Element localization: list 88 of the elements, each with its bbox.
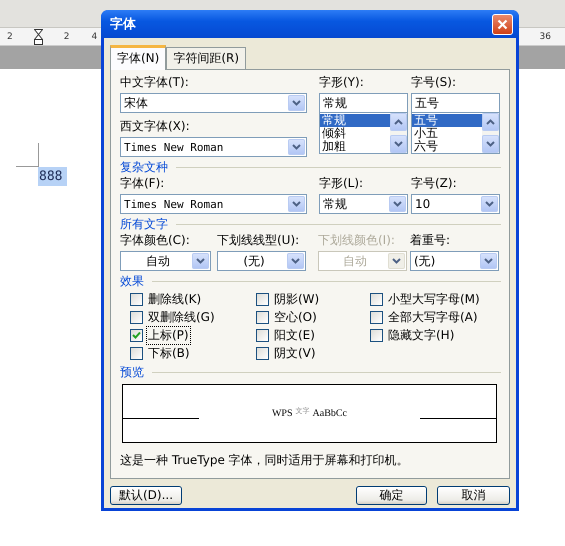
chevron-down-icon xyxy=(393,201,402,207)
checkbox-label[interactable]: 阴影(W) xyxy=(272,290,322,308)
checkbox[interactable] xyxy=(370,310,383,324)
checkbox[interactable] xyxy=(130,292,143,306)
dropdown[interactable]: 10 xyxy=(411,194,500,214)
chevron-down-icon xyxy=(292,201,301,207)
scroll-up-button[interactable] xyxy=(482,113,499,131)
checkbox[interactable] xyxy=(370,292,383,306)
dropdown[interactable]: Times New Roman xyxy=(120,194,307,214)
checkbox-label[interactable]: 全部大写字母(A) xyxy=(386,308,480,326)
dropdown[interactable]: (无) xyxy=(217,251,306,271)
section-heading: 预览 xyxy=(120,364,144,380)
chevron-up-icon xyxy=(486,119,495,125)
tab[interactable]: 字符间距(R) xyxy=(166,47,246,69)
scroll-up-button[interactable] xyxy=(390,113,407,131)
checkbox-label[interactable]: 阳文(E) xyxy=(272,326,317,344)
checkbox[interactable] xyxy=(256,292,269,306)
chevron-down-icon xyxy=(484,258,493,264)
dropdown[interactable]: 常规 xyxy=(319,194,408,214)
list-item[interactable]: 加粗 xyxy=(320,140,390,153)
checkbox-label[interactable]: 下标(B) xyxy=(146,344,192,362)
checkbox-label[interactable]: 小型大写字母(M) xyxy=(386,290,482,308)
preview-text: WPS xyxy=(272,408,293,419)
chevron-down-icon xyxy=(392,258,401,264)
checkbox[interactable] xyxy=(370,328,383,342)
ruler-number: 4 xyxy=(91,32,98,42)
ruler-number: 2 xyxy=(64,32,70,42)
field-label: 字形(Y): xyxy=(319,75,365,89)
indent-marker-icon[interactable] xyxy=(34,28,43,44)
font-info-text: 这是一种 TrueType 字体，同时适用于屏幕和打印机。 xyxy=(120,452,410,469)
chevron-down-icon xyxy=(394,141,403,147)
default-button[interactable]: 默认(D)... xyxy=(110,486,182,505)
section-heading: 复杂文种 xyxy=(120,158,168,176)
chevron-down-icon xyxy=(291,258,300,264)
document-text: 888 xyxy=(38,167,68,186)
chevron-down-icon xyxy=(292,100,301,106)
preview-text: AaBbCc xyxy=(312,408,347,419)
input-field[interactable]: 常规 xyxy=(319,93,408,113)
chevron-down-icon xyxy=(196,258,205,264)
crop-mark xyxy=(16,143,39,167)
chevron-down-icon xyxy=(485,201,494,207)
list-item[interactable]: 倾斜 xyxy=(320,127,390,140)
section-heading: 效果 xyxy=(120,272,144,290)
window-title: 字体 xyxy=(110,16,137,33)
close-icon xyxy=(497,18,508,30)
input-field[interactable]: 五号 xyxy=(411,93,500,113)
dropdown[interactable]: 自动 xyxy=(120,251,211,271)
field-label: 字号(S): xyxy=(411,75,458,89)
list-item[interactable]: 六号 xyxy=(412,140,482,153)
field-label: 字号(Z): xyxy=(411,176,458,190)
checkbox[interactable] xyxy=(256,310,269,324)
chevron-down-icon xyxy=(292,144,301,150)
list-item[interactable]: 常规 xyxy=(320,114,390,127)
ruler-number: 36 xyxy=(540,32,551,42)
checkbox[interactable] xyxy=(130,310,143,324)
scroll-down-button[interactable] xyxy=(482,135,499,153)
checkbox[interactable] xyxy=(256,328,269,342)
scroll-down-button[interactable] xyxy=(390,135,407,153)
field-label: 西文字体(X): xyxy=(120,119,190,133)
field-label: 字体颜色(C): xyxy=(120,233,191,247)
section-heading: 所有文字 xyxy=(120,216,168,232)
chevron-up-icon xyxy=(394,119,403,125)
tab[interactable]: 字体(N) xyxy=(110,45,166,70)
dropdown[interactable]: Times New Roman xyxy=(120,137,307,157)
dropdown[interactable]: (无) xyxy=(410,251,499,271)
field-label: 下划线颜色(I): xyxy=(318,233,396,247)
checkbox-label[interactable]: 阴文(V) xyxy=(272,344,318,362)
checkbox-label[interactable]: 上标(P) xyxy=(146,326,191,344)
ruler-number: 2 xyxy=(7,32,13,42)
field-label: 中文字体(T): xyxy=(120,75,190,89)
checkbox-label[interactable]: 双删除线(G) xyxy=(146,308,217,326)
dropdown[interactable]: 宋体 xyxy=(120,93,307,113)
checkbox[interactable] xyxy=(130,328,143,342)
list-item[interactable]: 小五 xyxy=(412,127,482,140)
checkbox[interactable] xyxy=(130,346,143,360)
field-label: 着重号: xyxy=(410,233,452,247)
field-label: 字形(L): xyxy=(319,176,364,190)
checkbox[interactable] xyxy=(256,346,269,360)
field-label: 字体(F): xyxy=(120,176,166,190)
checkbox-label[interactable]: 删除线(K) xyxy=(146,290,204,308)
checkbox-label[interactable]: 空心(O) xyxy=(272,308,319,326)
ok-button[interactable]: 确定 xyxy=(356,486,427,505)
field-label: 下划线线型(U): xyxy=(217,233,300,247)
checkbox-label[interactable]: 隐藏文字(H) xyxy=(386,326,456,344)
chevron-down-icon xyxy=(486,141,495,147)
list-item[interactable]: 五号 xyxy=(412,114,482,127)
close-button[interactable] xyxy=(492,14,513,34)
cancel-button[interactable]: 取消 xyxy=(437,486,510,505)
